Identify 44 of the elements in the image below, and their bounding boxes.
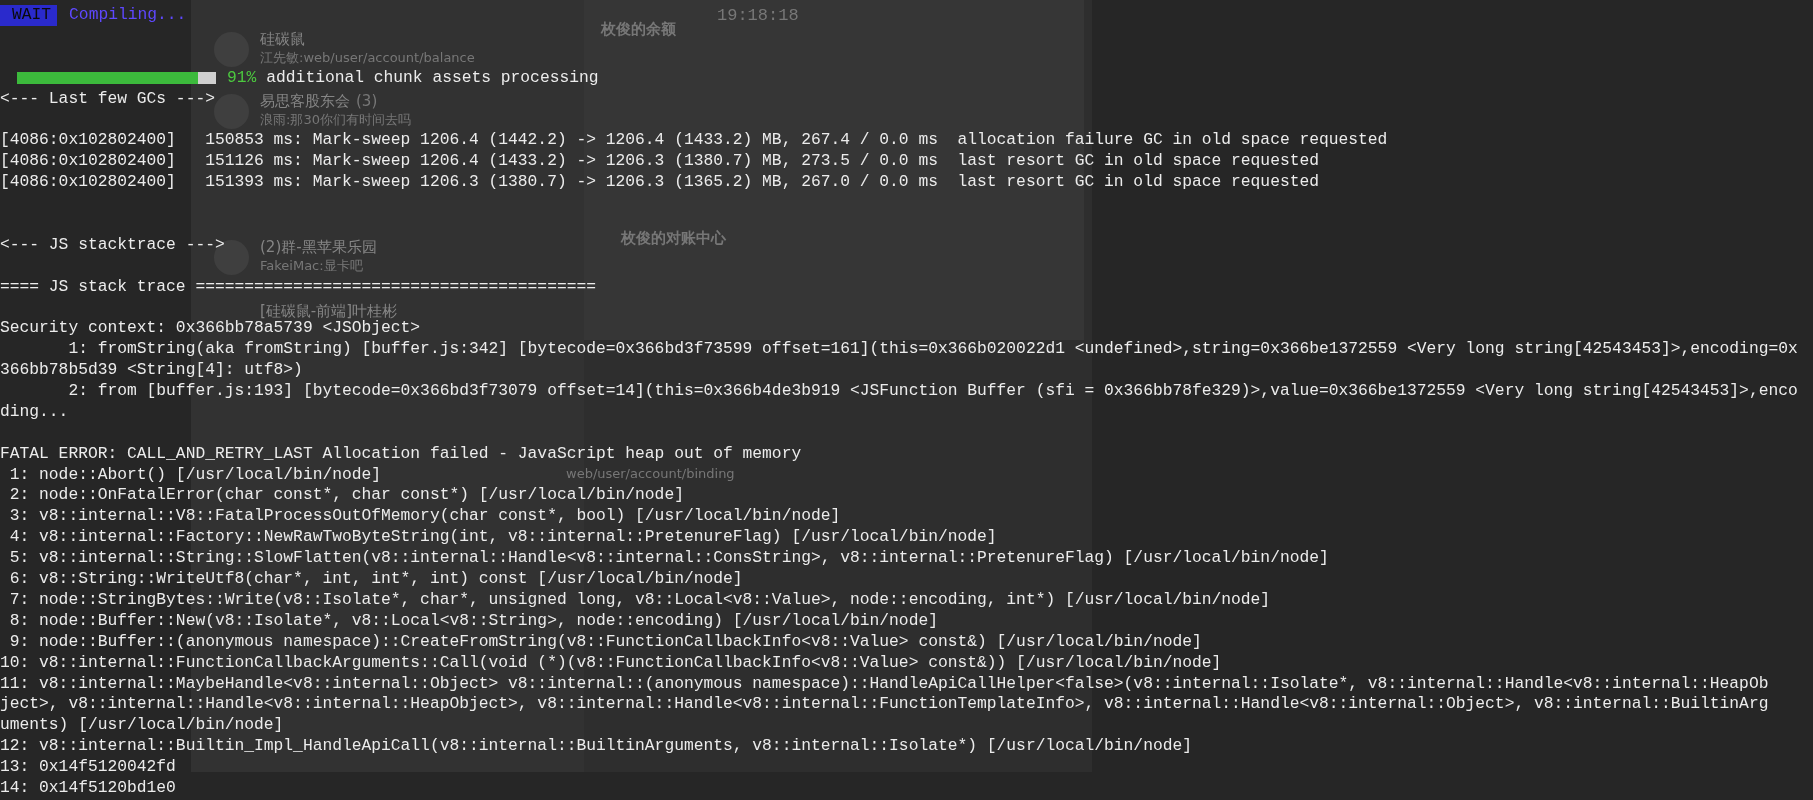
message-text: web/user/account/binding <box>566 466 735 482</box>
console-line: 13: 0x14f5120042fd <box>0 757 176 778</box>
console-line: 12: v8::internal::Builtin_Impl_HandleApiCall(v8::internal::BuiltinArguments, v8::internal::Isolate*) [/usr/local/bin/node] <box>0 736 1192 758</box>
console-line: [4086:0x102802400] 151393 ms: Mark-sweep 1206.3 (1380.7) -> 1206.3 (1365.2) MB, 267.0 / 0.0 ms last resort GC in old space requested <box>0 172 1319 194</box>
console-line: [4086:0x102802400] 150853 ms: Mark-sweep 1206.4 (1442.2) -> 1206.4 (1433.2) MB, 267.4 / 0.0 ms allocation failure GC in old space requested <box>0 130 1388 152</box>
console-line: additional chunk assets processing <box>266 67 599 89</box>
console-line: Security context: 0x366bb78a5739 <JSObject> <box>0 318 421 340</box>
clock-text: 19:18:18 <box>717 6 799 27</box>
console-line: 8: node::Buffer::New(v8::Isolate*, v8::Local<v8::String>, node::encoding) [/usr/local/bin/node] <box>8 610 938 632</box>
chat-preview: FakeiMac:显卡吧 <box>260 258 363 274</box>
console-line: 1: fromString(aka fromString) [buffer.js:342] [bytecode=0x366bd3f73599 offset=161](this=0x366b020022d1 <undefined>,string=0x366be1372559 <Very long string[42543453]>,encoding=0x <box>67 339 1798 361</box>
console-line: 1: node::Abort() [/usr/local/bin/node] <box>8 464 382 486</box>
chat-name: 硅碳鼠 <box>260 30 305 48</box>
console-line: 7: node::StringBytes::Write(v8::Isolate*, char*, unsigned long, v8::Local<v8::Value>, node::encoding, int*) [/usr/local/bin/node] <box>8 589 1271 611</box>
chat-name: [硅碳鼠-前端]叶桂彬 <box>260 302 398 320</box>
console-line: ject>, v8::internal::Handle<v8::internal::HeapObject>, v8::internal::Handle<v8::internal::FunctionTemplateInfo>, v8::internal::Handle<v8::internal::Object>, v8::internal::BuiltinArg <box>0 694 1769 716</box>
console-line: Compiling... <box>69 5 187 26</box>
console-line: 366bb78b5d39 <String[4]: utf8>) <box>0 360 303 382</box>
chat-preview: 浪雨:那30你们有时间去吗 <box>260 112 411 128</box>
console-line: <--- JS stacktrace ---> <box>0 234 225 256</box>
console-line: <--- Last few GCs ---> <box>0 88 215 110</box>
panel-heading: 枚俊的余额 <box>601 20 676 38</box>
panel-heading: 枚俊的对账中心 <box>621 229 726 247</box>
console-line: 5: v8::internal::String::SlowFlatten(v8::internal::Handle<v8::internal::ConsString>, v8::internal::PretenureFlag) [/usr/local/bin/node] <box>8 548 1329 570</box>
console-line: ding... <box>0 401 69 423</box>
console-line: uments) [/usr/local/bin/node] <box>0 715 284 737</box>
chat-name: 易思客股东会 <box>260 92 350 110</box>
chat-preview: 江先敏:web/user/account/balance <box>260 50 475 66</box>
console-line: [4086:0x102802400] 151126 ms: Mark-sweep 1206.4 (1433.2) -> 1206.3 (1380.7) MB, 273.5 / 0.0 ms last resort GC in old space requested <box>0 151 1319 173</box>
console-line: 14: 0x14f5120bd1e0 <box>0 777 176 799</box>
console-line: 3: v8::internal::V8::FatalProcessOutOfMemory(char const*, bool) [/usr/local/bin/node] <box>8 506 841 528</box>
console-line: 2: from [buffer.js:193] [bytecode=0x366bd3f73079 offset=14](this=0x366b4de3b919 <JSFunction Buffer (sfi = 0x366bb78fe329)>,value=0x366be1372559 <Very long string[42543453]>,enco <box>67 381 1798 402</box>
console-line: 10: v8::internal::FunctionCallbackArguments::Call(void (*)(v8::FunctionCallbackInfo<v8::Value> const&)) [/usr/local/bin/node] <box>0 652 1222 674</box>
status-badge: WAIT <box>0 5 58 26</box>
console-line: 4: v8::internal::Factory::NewRawTwoByteString(int, v8::internal::PretenureFlag) [/usr/local/bin/node] <box>8 527 997 549</box>
progress-percent: 91% <box>227 67 257 89</box>
console-line: ==== JS stack trace ========================================= <box>0 276 596 298</box>
console-line: 6: v8::String::WriteUtf8(char*, int, int*, int) const [/usr/local/bin/node] <box>8 569 743 590</box>
console-line: 11: v8::internal::MaybeHandle<v8::internal::Object> v8::internal::(anonymous namespace)::HandleApiCallHelper<false>(v8::internal::Isolate*, v8::internal::Handle<v8::internal::HeapOb <box>0 673 1769 695</box>
console-line: 2: node::OnFatalError(char const*, char const*) [/usr/local/bin/node] <box>8 485 684 507</box>
unread-count: (3) <box>356 92 378 110</box>
chat-name: (2)群-黑苹果乐园 <box>260 238 377 256</box>
console-line: FATAL ERROR: CALL_AND_RETRY_LAST Allocation failed - JavaScript heap out of memory <box>0 443 802 465</box>
console-line: 9: node::Buffer::(anonymous namespace)::CreateFromString(v8::FunctionCallbackInfo<v8::Value> const&) [/usr/local/bin/node] <box>8 631 1202 653</box>
